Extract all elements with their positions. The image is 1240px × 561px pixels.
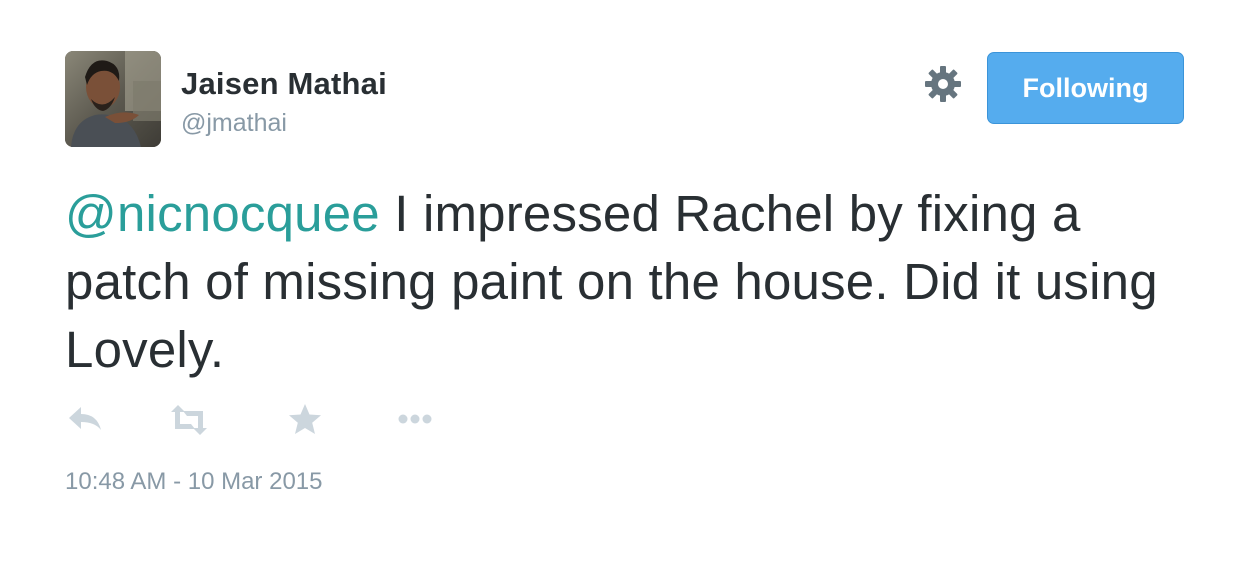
more-icon[interactable] <box>393 400 437 440</box>
avatar-photo <box>65 51 161 147</box>
retweet-icon[interactable] <box>167 400 211 440</box>
display-name[interactable]: Jaisen Mathai <box>181 66 387 102</box>
gear-icon[interactable] <box>924 65 962 103</box>
screen-name[interactable]: @jmathai <box>181 109 287 138</box>
star-icon[interactable] <box>283 400 327 440</box>
reply-icon[interactable] <box>65 400 109 440</box>
mention-link[interactable]: @nicnocquee <box>65 185 380 242</box>
avatar[interactable] <box>65 51 161 147</box>
following-button[interactable]: Following <box>987 52 1184 124</box>
tweet-card: Jaisen Mathai @jmathai Following @nicnoc… <box>0 0 1240 561</box>
tweet-text: @nicnocquee I impressed Rachel by fixing… <box>65 180 1185 384</box>
tweet-timestamp[interactable]: 10:48 AM - 10 Mar 2015 <box>65 468 322 496</box>
